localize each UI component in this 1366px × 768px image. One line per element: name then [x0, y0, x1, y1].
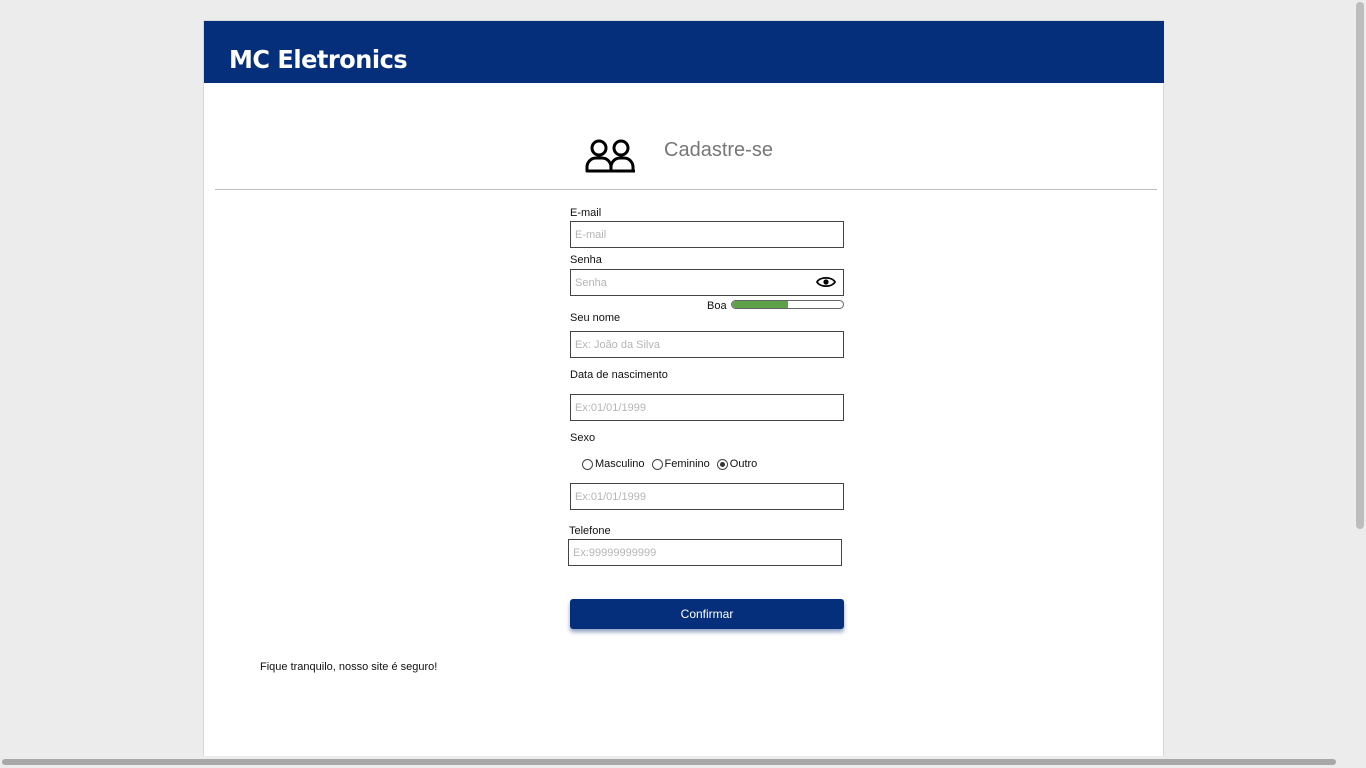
- page-title: Cadastre-se: [664, 139, 773, 161]
- radio-label: Masculino: [595, 458, 645, 470]
- name-label: Seu nome: [570, 312, 621, 324]
- radio-button-selected[interactable]: [716, 458, 728, 470]
- site-header: MC Eletronics: [204, 21, 1164, 83]
- registration-page: MC Eletronics Cadastre-se E-mail Senha B…: [203, 20, 1164, 768]
- brand-logo[interactable]: MC Eletronics: [229, 45, 408, 74]
- password-label: Senha: [570, 254, 602, 266]
- header-divider: [215, 189, 1157, 190]
- radio-label: Outro: [729, 458, 758, 470]
- phone-label: Telefone: [569, 525, 611, 537]
- sex-radio-group: Masculino Feminino Outro: [582, 458, 764, 470]
- password-field[interactable]: [570, 269, 844, 296]
- sex-label: Sexo: [570, 432, 596, 444]
- radio-button[interactable]: [582, 458, 593, 470]
- confirm-button[interactable]: Confirmar: [570, 599, 844, 629]
- eye-icon[interactable]: [816, 275, 836, 289]
- users-icon: [585, 139, 635, 173]
- sex-option-masculino[interactable]: Masculino: [582, 458, 645, 470]
- phone-field[interactable]: [568, 539, 842, 566]
- horizontal-scrollbar-thumb[interactable]: [2, 759, 1336, 765]
- radio-label: Feminino: [664, 458, 710, 470]
- sex-other-field[interactable]: [570, 483, 844, 510]
- password-strength-meter: [731, 300, 844, 309]
- vertical-scrollbar-thumb[interactable]: [1356, 2, 1364, 529]
- security-note: Fique tranquilo, nosso site é seguro!: [260, 661, 438, 673]
- name-field[interactable]: [570, 331, 844, 358]
- birthdate-label: Data de nascimento: [570, 369, 668, 381]
- birthdate-field[interactable]: [570, 394, 844, 421]
- password-strength-label: Boa: [707, 300, 727, 312]
- sex-option-outro[interactable]: Outro: [716, 458, 758, 470]
- email-field[interactable]: [570, 221, 844, 248]
- email-label: E-mail: [570, 207, 602, 219]
- radio-button[interactable]: [651, 458, 663, 470]
- password-strength-fill: [732, 301, 788, 308]
- sex-option-feminino[interactable]: Feminino: [651, 458, 710, 470]
